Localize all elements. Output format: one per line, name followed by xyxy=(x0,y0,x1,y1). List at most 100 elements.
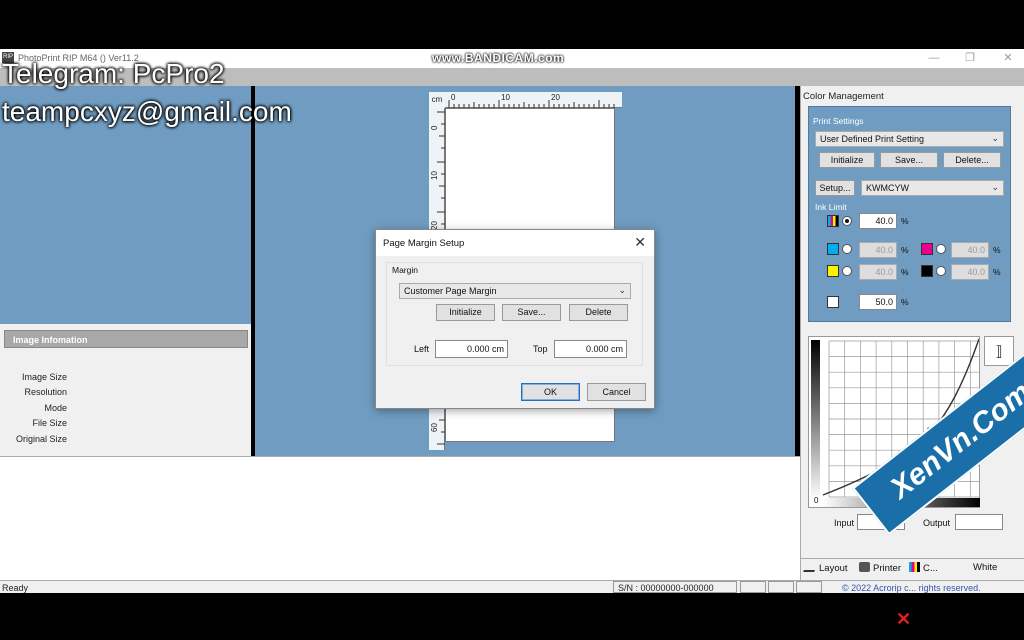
cyan-swatch-icon xyxy=(827,243,839,255)
printer-icon xyxy=(859,562,870,572)
white-limit-input[interactable]: 50.0 xyxy=(859,294,897,310)
black-swatch-icon xyxy=(921,265,933,277)
file-size-label: File Size xyxy=(32,418,67,428)
screen: RIP PhotoPrint RIP M64 () Ver11.2 www.BA… xyxy=(0,0,1024,640)
color-bars-icon xyxy=(909,562,920,572)
margin-initialize-button[interactable]: Initialize xyxy=(436,304,495,321)
ruler-mark-0: 0 xyxy=(451,93,456,102)
cyan-limit-input[interactable]: 40.0 xyxy=(859,242,897,258)
setup-button[interactable]: Setup... xyxy=(815,180,855,196)
percent-label: % xyxy=(901,267,909,277)
close-window-icon[interactable]: ✕ xyxy=(998,51,1018,65)
status-cell xyxy=(768,581,794,593)
input-label: Input xyxy=(834,518,855,528)
status-cell xyxy=(740,581,766,593)
curve-origin-label: 0 xyxy=(814,496,819,505)
delete-setting-button[interactable]: Delete... xyxy=(943,152,1001,168)
tab-layout-label: Layout xyxy=(819,563,848,574)
horizontal-ruler: 0 10 20 xyxy=(429,92,622,108)
yellow-radio[interactable] xyxy=(842,266,852,276)
left-margin-label: Left xyxy=(414,344,430,354)
ruler-mark-10: 10 xyxy=(501,93,510,102)
percent-label: % xyxy=(901,297,909,307)
image-info-panel: Image Infomation Image Size Resolution M… xyxy=(0,324,251,456)
image-size-label: Image Size xyxy=(21,372,67,382)
magenta-swatch-icon xyxy=(921,243,933,255)
status-ready: Ready xyxy=(2,583,29,593)
telegram-overlay: Telegram: PcPro2 xyxy=(2,58,225,89)
percent-label: % xyxy=(993,245,1001,255)
restore-icon[interactable]: ❐ xyxy=(960,51,980,65)
print-setting-value: User Defined Print Setting xyxy=(820,134,925,144)
panel-tabs: Layout Printer C... White xyxy=(801,558,1024,576)
chevron-down-icon: ⌄ xyxy=(991,182,999,192)
print-setting-select[interactable]: User Defined Print Setting ⌄ xyxy=(815,131,1004,147)
recorder-watermark: www.BANDICAM.com xyxy=(432,51,565,65)
close-icon[interactable]: ✕ xyxy=(634,234,646,251)
output-label: Output xyxy=(923,518,951,528)
minimize-icon[interactable]: — xyxy=(924,51,944,65)
status-cell xyxy=(796,581,822,593)
margin-group-label: Margin xyxy=(392,265,418,275)
all-inks-radio[interactable] xyxy=(842,216,852,226)
serial-number: S/N : 00000000-000000 xyxy=(613,581,737,593)
initialize-button[interactable]: Initialize xyxy=(819,152,875,168)
margin-select[interactable]: Customer Page Margin ⌄ xyxy=(399,283,631,299)
yellow-limit-input[interactable]: 40.0 xyxy=(859,264,897,280)
tab-layout[interactable]: Layout xyxy=(803,562,848,574)
email-overlay: teampcxyz@gmail.com xyxy=(2,96,292,127)
vruler-mark-60: 60 xyxy=(430,423,439,432)
channel-value: KWMCYW xyxy=(866,183,909,193)
vruler-mark-10: 10 xyxy=(430,171,439,180)
tab-printer[interactable]: Printer xyxy=(859,562,901,574)
dialog-body: Margin Customer Page Margin ⌄ Initialize… xyxy=(376,256,654,408)
all-inks-swatch-icon xyxy=(827,215,839,227)
magenta-limit-input[interactable]: 40.0 xyxy=(951,242,989,258)
dialog-title: Page Margin Setup xyxy=(383,238,465,249)
tab-printer-label: Printer xyxy=(873,563,901,574)
watermark-x-icon: ✕ xyxy=(896,609,912,629)
print-settings-group: Print Settings User Defined Print Settin… xyxy=(808,106,1011,322)
tab-color[interactable]: C... xyxy=(909,562,938,574)
white-swatch-icon xyxy=(827,296,839,308)
tab-white-label: White xyxy=(973,562,998,573)
page-margin-dialog: Page Margin Setup ✕ Margin Customer Page… xyxy=(375,229,655,409)
tab-color-label: C... xyxy=(923,563,938,574)
vruler-mark-0: 0 xyxy=(430,125,439,130)
ruler-unit: cm xyxy=(429,92,445,108)
save-setting-button[interactable]: Save... xyxy=(880,152,938,168)
margin-save-button[interactable]: Save... xyxy=(502,304,561,321)
cancel-button[interactable]: Cancel xyxy=(587,383,646,401)
black-radio[interactable] xyxy=(936,266,946,276)
copyright-text: © 2022 Acrorip c... rights reserved. xyxy=(842,583,981,593)
channel-select[interactable]: KWMCYW ⌄ xyxy=(861,180,1004,196)
status-bar: Ready S/N : 00000000-000000 © 2022 Acror… xyxy=(0,580,1024,593)
mode-label: Mode xyxy=(44,403,67,413)
curve-edit-icon[interactable]: ⟧ xyxy=(984,336,1014,366)
layout-icon xyxy=(803,562,818,572)
percent-label: % xyxy=(901,245,909,255)
original-size-label: Original Size xyxy=(15,434,67,444)
percent-label: % xyxy=(993,267,1001,277)
chevron-down-icon: ⌄ xyxy=(618,285,626,295)
cyan-radio[interactable] xyxy=(842,244,852,254)
ink-limit-label: Ink Limit xyxy=(815,202,847,212)
magenta-radio[interactable] xyxy=(936,244,946,254)
top-margin-input[interactable]: 0.000 cm xyxy=(554,340,627,358)
output-value-field[interactable] xyxy=(955,514,1003,530)
ok-button[interactable]: OK xyxy=(521,383,580,401)
percent-label: % xyxy=(901,216,909,226)
resolution-label: Resolution xyxy=(24,387,67,397)
margin-delete-button[interactable]: Delete xyxy=(569,304,628,321)
black-limit-input[interactable]: 40.0 xyxy=(951,264,989,280)
job-list-panel[interactable] xyxy=(0,456,800,580)
yellow-swatch-icon xyxy=(827,265,839,277)
color-management-title: Color Management xyxy=(803,91,884,102)
print-settings-label: Print Settings xyxy=(813,116,864,126)
margin-select-value: Customer Page Margin xyxy=(404,286,497,296)
left-margin-input[interactable]: 0.000 cm xyxy=(435,340,508,358)
top-margin-label: Top xyxy=(533,344,548,354)
all-inks-limit-input[interactable]: 40.0 xyxy=(859,213,897,229)
tab-white[interactable]: White xyxy=(973,562,997,573)
image-info-heading: Image Infomation xyxy=(4,330,248,348)
